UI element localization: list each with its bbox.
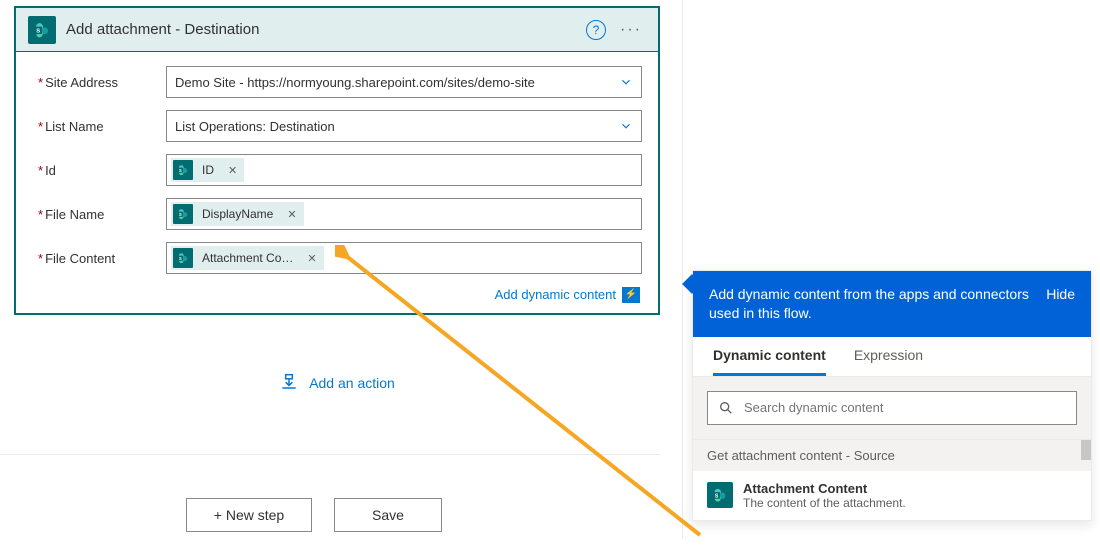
- file-name-text-input[interactable]: [304, 207, 637, 222]
- dc-search-wrap: [693, 377, 1091, 439]
- insert-step-icon: [279, 373, 299, 393]
- dc-tabs: Dynamic content Expression: [693, 337, 1091, 377]
- dropdown-value: List Operations: Destination: [175, 119, 335, 134]
- card-menu-icon[interactable]: ···: [620, 21, 646, 39]
- sharepoint-icon: [173, 160, 193, 180]
- token-displayname[interactable]: DisplayName ✕: [171, 202, 304, 226]
- sharepoint-icon: [173, 204, 193, 224]
- file-content-text-input[interactable]: [324, 251, 637, 266]
- add-action-link[interactable]: Add an action: [279, 373, 395, 393]
- list-name-dropdown[interactable]: List Operations: Destination: [166, 110, 642, 142]
- chevron-down-icon: [619, 75, 633, 89]
- field-row-site-address: *Site Address Demo Site - https://normyo…: [38, 66, 642, 98]
- scrollbar-thumb[interactable]: [1081, 440, 1091, 460]
- dc-group-header: Get attachment content - Source: [693, 439, 1091, 471]
- sharepoint-icon: [28, 16, 56, 44]
- field-label: *File Content: [38, 251, 166, 266]
- sharepoint-icon: [707, 482, 733, 508]
- field-label: *Site Address: [38, 75, 166, 90]
- horizontal-divider: [0, 454, 660, 455]
- chevron-down-icon: [619, 119, 633, 133]
- new-step-button[interactable]: + New step: [186, 498, 312, 532]
- dc-header-text: Add dynamic content from the apps and co…: [709, 285, 1034, 323]
- add-dynamic-content-link[interactable]: Add dynamic content ⚡: [495, 287, 640, 303]
- field-label: *List Name: [38, 119, 166, 134]
- help-icon[interactable]: ?: [586, 20, 606, 40]
- add-action-wrap: Add an action: [14, 373, 660, 396]
- field-label: *File Name: [38, 207, 166, 222]
- id-input[interactable]: ID ✕: [166, 154, 642, 186]
- token-remove-icon[interactable]: ✕: [280, 208, 303, 221]
- field-label: *Id: [38, 163, 166, 178]
- tab-expression[interactable]: Expression: [854, 347, 923, 376]
- id-text-input[interactable]: [244, 163, 637, 178]
- token-id[interactable]: ID ✕: [171, 158, 244, 182]
- dc-search-box[interactable]: [707, 391, 1077, 425]
- dropdown-value: Demo Site - https://normyoung.sharepoint…: [175, 75, 535, 90]
- token-remove-icon[interactable]: ✕: [221, 164, 244, 177]
- tab-dynamic-content[interactable]: Dynamic content: [713, 347, 826, 376]
- file-name-input[interactable]: DisplayName ✕: [166, 198, 642, 230]
- dynamic-content-panel: Add dynamic content from the apps and co…: [692, 270, 1092, 521]
- action-title: Add attachment - Destination: [66, 21, 586, 38]
- dc-item-title: Attachment Content: [743, 481, 906, 496]
- dynamic-content-hint-row: Add dynamic content ⚡: [38, 286, 642, 303]
- field-row-file-name: *File Name DisplayName ✕: [38, 198, 642, 230]
- save-button[interactable]: Save: [334, 498, 442, 532]
- token-remove-icon[interactable]: ✕: [300, 252, 323, 265]
- token-attachment-content[interactable]: Attachment Co… ✕: [171, 246, 324, 270]
- dynamic-content-header: Add dynamic content from the apps and co…: [693, 271, 1091, 337]
- file-content-input[interactable]: Attachment Co… ✕: [166, 242, 642, 274]
- bottom-buttons: + New step Save: [186, 498, 442, 532]
- field-row-list-name: *List Name List Operations: Destination: [38, 110, 642, 142]
- action-header[interactable]: Add attachment - Destination ? ···: [16, 8, 658, 52]
- dc-item-attachment-content[interactable]: Attachment Content The content of the at…: [693, 471, 1091, 520]
- hide-panel-link[interactable]: Hide: [1046, 285, 1075, 304]
- field-row-file-content: *File Content Attachment Co… ✕: [38, 242, 642, 274]
- sharepoint-icon: [173, 248, 193, 268]
- dc-item-description: The content of the attachment.: [743, 496, 906, 510]
- dc-search-input[interactable]: [744, 400, 1066, 415]
- field-row-id: *Id ID ✕: [38, 154, 642, 186]
- vertical-divider: [682, 0, 683, 539]
- site-address-dropdown[interactable]: Demo Site - https://normyoung.sharepoint…: [166, 66, 642, 98]
- action-body: *Site Address Demo Site - https://normyo…: [16, 52, 658, 313]
- search-icon: [718, 400, 734, 416]
- dynamic-content-badge-icon: ⚡: [622, 287, 640, 303]
- action-card: Add attachment - Destination ? ··· *Site…: [14, 6, 660, 315]
